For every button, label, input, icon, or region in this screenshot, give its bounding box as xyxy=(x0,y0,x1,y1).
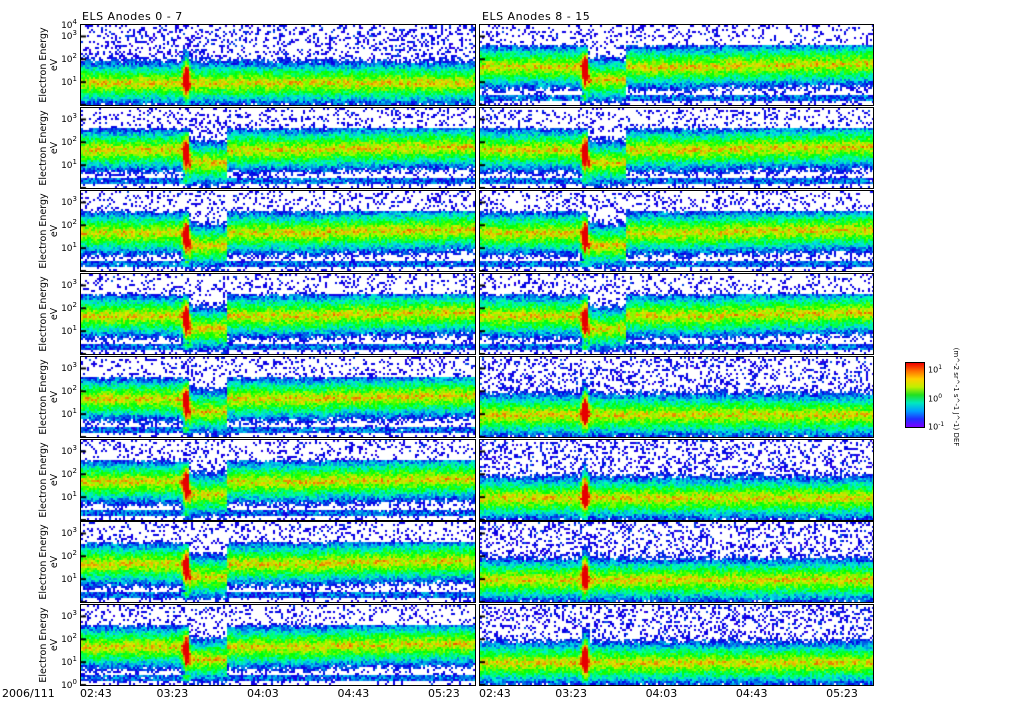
y-tick-label: 102 xyxy=(61,218,77,232)
y-tick-label: 101 xyxy=(61,75,77,89)
spectrogram-left-anode-6 xyxy=(80,521,476,603)
y-tick-label: 103 xyxy=(61,609,77,623)
colorbar-tick: 101 xyxy=(928,364,943,375)
y-tick-label: 103 xyxy=(61,29,77,43)
y-tick-label: 104 xyxy=(61,18,77,31)
x-tick-label: 05:23 xyxy=(826,687,858,700)
spectrogram-canvas xyxy=(81,108,475,188)
spectrogram-canvas xyxy=(480,522,873,602)
spectrogram-canvas xyxy=(81,357,475,437)
y-tick-label: 102 xyxy=(61,301,77,315)
spectrogram-canvas xyxy=(480,25,873,105)
colorbar-tick: 10-1 xyxy=(928,421,945,432)
spectrogram-left-anode-4 xyxy=(80,356,476,438)
y-tick-label: 102 xyxy=(61,384,77,398)
spectrogram-right-anode-10 xyxy=(479,190,874,272)
y-tick-label: 103 xyxy=(61,195,77,209)
x-tick-label: 04:03 xyxy=(247,687,279,700)
y-tick-label: 100 xyxy=(61,678,77,691)
x-tick-label: 03:23 xyxy=(555,687,587,700)
spectrogram-right-anode-14 xyxy=(479,521,874,603)
spectrogram-left-anode-2 xyxy=(80,190,476,272)
title-left: ELS Anodes 0 - 7 xyxy=(82,10,183,23)
spectrogram-right-anode-11 xyxy=(479,273,874,355)
colorbar-label: (m^-2 sr^-1 s^-1 J^-1) DEF xyxy=(952,347,960,447)
spectrogram-canvas xyxy=(81,522,475,602)
spectrogram-canvas xyxy=(480,440,873,520)
spectrogram-right-anode-13 xyxy=(479,439,874,521)
x-tick-label: 04:43 xyxy=(735,687,768,700)
y-tick-label: 101 xyxy=(61,158,77,172)
x-tick-label: 02:43 xyxy=(479,687,511,700)
spectrogram-right-anode-15 xyxy=(479,604,874,686)
title-right: ELS Anodes 8 - 15 xyxy=(482,10,591,23)
y-tick-label: 101 xyxy=(61,407,77,421)
spectrogram-canvas xyxy=(480,108,873,188)
spectrogram-left-anode-7 xyxy=(80,604,476,686)
spectrogram-left-anode-5 xyxy=(80,439,476,521)
y-tick-label: 102 xyxy=(61,135,77,149)
spectrogram-left-anode-1 xyxy=(80,107,476,189)
y-tick-label: 103 xyxy=(61,112,77,126)
x-tick-label: 04:03 xyxy=(645,687,678,700)
spectrogram-canvas xyxy=(81,25,475,105)
x-tick-label: 02:43 xyxy=(80,687,112,700)
y-tick-label: 103 xyxy=(61,526,77,540)
y-tick-label: 101 xyxy=(61,490,77,504)
y-tick-label: 102 xyxy=(61,467,77,481)
spectrogram-canvas xyxy=(81,274,475,354)
colorbar xyxy=(905,362,925,428)
spectrogram-canvas xyxy=(81,605,475,685)
spectrogram-canvas xyxy=(81,440,475,520)
x-tick-label: 05:23 xyxy=(428,687,460,700)
spectrogram-canvas xyxy=(480,357,873,437)
y-tick-label: 103 xyxy=(61,361,77,375)
spectrogram-right-anode-12 xyxy=(479,356,874,438)
spectrogram-right-anode-8 xyxy=(479,24,874,106)
y-tick-label: 102 xyxy=(61,549,77,563)
spectrogram-canvas xyxy=(81,191,475,271)
spectrogram-left-anode-0 xyxy=(80,24,476,106)
x-tick-label: 04:43 xyxy=(337,687,370,700)
y-tick-label: 101 xyxy=(61,241,77,255)
y-tick-label: 102 xyxy=(61,52,77,66)
y-tick-label: 101 xyxy=(61,572,77,586)
spectrogram-canvas xyxy=(480,274,873,354)
y-tick-label: 101 xyxy=(61,655,77,669)
spectrogram-left-anode-3 xyxy=(80,273,476,355)
y-tick-label: 102 xyxy=(61,632,77,646)
x-tick-label: 03:23 xyxy=(156,687,189,700)
spectrogram-right-anode-9 xyxy=(479,107,874,189)
spectrogram-canvas xyxy=(480,605,873,685)
y-tick-label: 103 xyxy=(61,278,77,292)
spectrogram-canvas xyxy=(480,191,873,271)
colorbar-tick: 100 xyxy=(928,393,943,404)
y-tick-label: 103 xyxy=(61,444,77,458)
y-tick-label: 101 xyxy=(61,324,77,338)
